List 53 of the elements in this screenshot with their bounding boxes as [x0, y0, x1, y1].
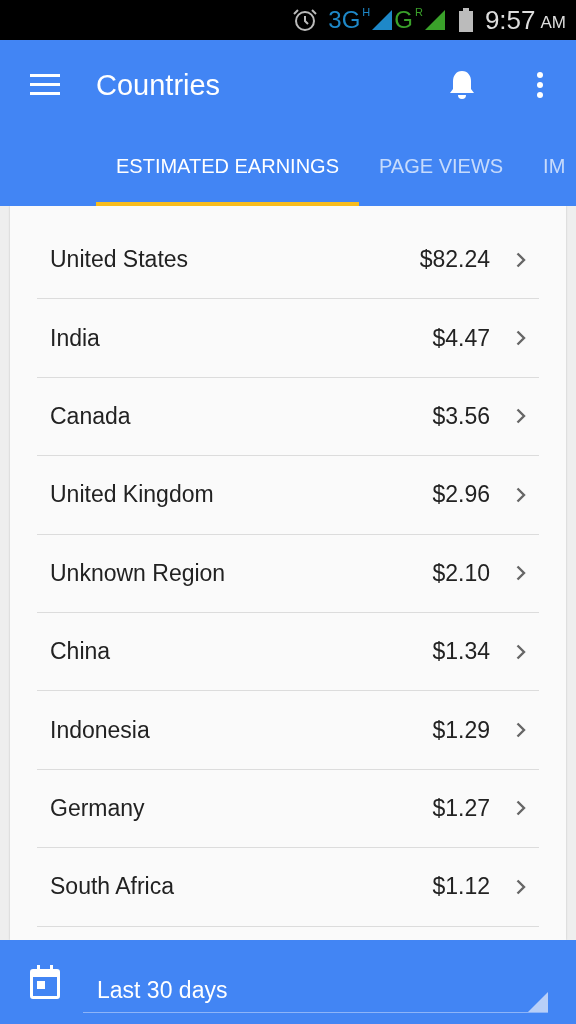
- earnings-amount: $1.27: [432, 794, 490, 822]
- date-range-dropdown[interactable]: Last 30 days: [83, 967, 548, 1013]
- chevron-right-icon: [516, 330, 526, 347]
- earnings-amount: $3.56: [432, 402, 490, 430]
- screen-title: Countries: [96, 68, 222, 102]
- clock-period: AM: [540, 13, 566, 33]
- country-name: Germany: [50, 794, 146, 822]
- country-name: India: [50, 324, 101, 352]
- chevron-right-icon: [516, 565, 526, 582]
- dropdown-triangle-icon: [528, 991, 548, 1012]
- country-row[interactable]: South Africa $1.12: [37, 848, 539, 927]
- network-type: G: [394, 6, 413, 34]
- network-type: 3G: [328, 6, 361, 34]
- signal-icon: [424, 10, 445, 30]
- earnings-amount: $2.10: [432, 559, 490, 587]
- chevron-right-icon: [516, 251, 526, 268]
- country-row[interactable]: India $4.47: [37, 299, 539, 378]
- chevron-right-icon: [516, 408, 526, 425]
- earnings-amount: $2.96: [432, 481, 490, 509]
- earnings-amount: $1.29: [432, 716, 490, 744]
- country-name: United Kingdom: [50, 481, 215, 509]
- signal-icon: [372, 10, 393, 30]
- network-sub-label: H: [362, 6, 371, 18]
- calendar-icon[interactable]: [30, 965, 60, 999]
- bell-icon[interactable]: [448, 69, 476, 101]
- earnings-amount: $82.24: [419, 246, 490, 274]
- earnings-amount: $4.47: [432, 324, 490, 352]
- country-name: United States: [50, 246, 190, 274]
- country-name: Canada: [50, 402, 132, 430]
- chevron-right-icon: [516, 878, 526, 895]
- network-sub-label: R: [414, 6, 423, 18]
- country-row[interactable]: Indonesia $1.29: [37, 691, 539, 770]
- country-row[interactable]: Canada $3.56: [37, 377, 539, 457]
- country-row[interactable]: United States $82.24: [37, 221, 539, 300]
- chevron-right-icon: [516, 722, 526, 739]
- menu-icon[interactable]: [30, 74, 60, 96]
- country-name: South Africa: [50, 873, 176, 901]
- clock-time: 9:57: [484, 4, 536, 36]
- battery-icon: [458, 8, 473, 32]
- alarm-clock-icon: [292, 8, 319, 32]
- country-row[interactable]: China $1.34: [37, 612, 539, 692]
- country-row[interactable]: Germany $1.27: [37, 769, 539, 849]
- country-name: Indonesia: [50, 716, 151, 744]
- country-name: Unknown Region: [50, 559, 227, 587]
- country-row[interactable]: United Kingdom $2.96: [37, 456, 539, 535]
- chevron-right-icon: [516, 800, 526, 817]
- chevron-right-icon: [516, 643, 526, 660]
- chevron-right-icon: [516, 486, 526, 503]
- earnings-amount: $1.34: [432, 638, 490, 666]
- country-name: China: [50, 638, 112, 666]
- earnings-amount: $1.12: [432, 873, 490, 901]
- country-row[interactable]: Unknown Region $2.10: [37, 534, 539, 613]
- more-options-icon[interactable]: [536, 71, 544, 99]
